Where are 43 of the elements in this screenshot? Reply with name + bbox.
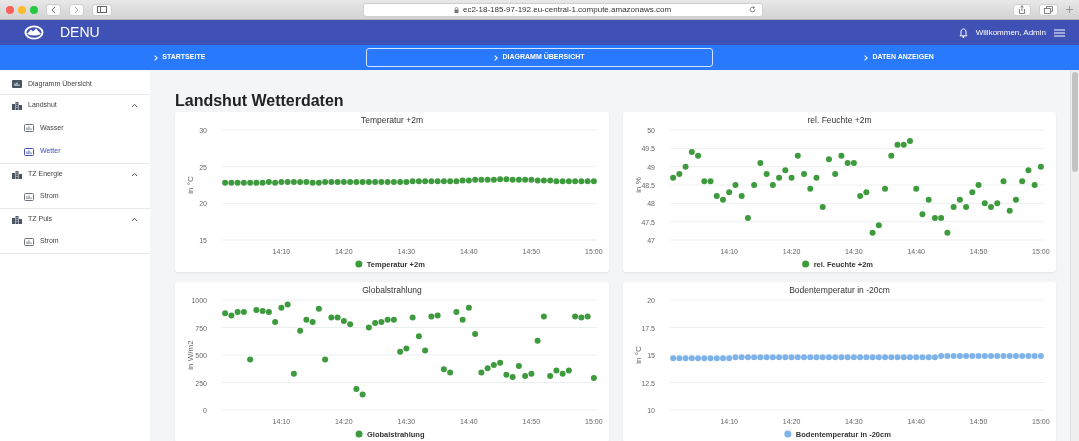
chevron-left-icon <box>51 5 56 14</box>
address-bar[interactable]: ec2-18-185-97-192.eu-central-1.compute.amazonaws.com <box>362 2 763 17</box>
chart-title: Bodentemperatur in -20cm <box>789 285 890 295</box>
chart-icon <box>24 237 34 246</box>
logo-icon[interactable] <box>24 25 44 40</box>
bell-icon[interactable] <box>958 27 968 38</box>
plus-icon[interactable] <box>1066 6 1073 13</box>
chart-title: Globalstrahlung <box>362 285 422 295</box>
sidebar-button[interactable] <box>92 3 112 16</box>
reload-icon[interactable] <box>748 6 756 13</box>
share-icon <box>1018 5 1026 14</box>
axis-title: in W/m2 <box>186 340 195 370</box>
chevron-up-icon <box>131 217 138 222</box>
back-button[interactable] <box>46 3 61 16</box>
chevron-right-icon <box>74 5 79 14</box>
chart-icon <box>24 192 34 201</box>
chevron-right-icon <box>864 54 869 61</box>
page-title: Landshut Wetterdaten <box>175 92 345 110</box>
chevron-right-icon <box>154 54 159 61</box>
brand-name: DENU <box>60 23 100 42</box>
forward-button[interactable] <box>69 3 84 16</box>
chevron-up-icon <box>131 172 138 177</box>
chart-icon <box>24 124 34 132</box>
chart-icon <box>24 147 34 156</box>
scrollbar[interactable] <box>1070 70 1079 441</box>
chevron-right-icon <box>494 54 499 61</box>
tabs-button[interactable] <box>1039 3 1058 16</box>
sidebar-icon <box>97 6 107 13</box>
axis-title: in °C <box>186 176 195 194</box>
url-text: ec2-18-185-97-192.eu-central-1.compute.amazonaws.com <box>462 3 672 16</box>
share-button[interactable] <box>1013 3 1031 16</box>
chart-icon <box>12 80 22 88</box>
chevron-up-icon <box>131 103 138 108</box>
menu-icon[interactable] <box>1054 28 1065 37</box>
buildings-icon <box>12 101 22 110</box>
greeting-text: Willkommen, Admin <box>975 26 1046 39</box>
lock-icon <box>453 6 459 13</box>
chart-title: rel. Feuchte +2m <box>807 115 872 125</box>
buildings-icon <box>12 170 22 179</box>
axis-title: in °C <box>634 346 643 364</box>
chart-title: Temperatur +2m <box>360 115 424 125</box>
tabs-icon <box>1044 5 1053 14</box>
buildings-icon <box>12 215 22 224</box>
